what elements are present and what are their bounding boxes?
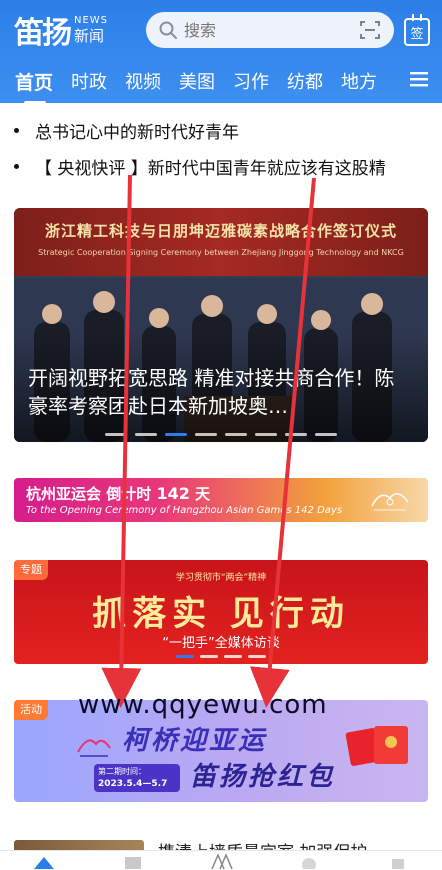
tab-textile-city[interactable]: 纺都 xyxy=(278,68,332,94)
carousel-dot xyxy=(285,433,307,436)
bottom-nav xyxy=(0,850,442,870)
countdown-mid: 倒计时 xyxy=(106,485,152,503)
carousel-dot-active xyxy=(165,433,187,436)
logo-cn: 新闻 xyxy=(74,27,105,45)
countdown-days: 142 xyxy=(156,484,190,503)
tab-politics[interactable]: 时政 xyxy=(62,68,116,94)
headline-item[interactable]: 总书记心中的新时代好青年 xyxy=(0,112,442,148)
carousel-dot xyxy=(248,655,266,658)
activity-time-box: 第二期时间： 2023.5.4—5.7 xyxy=(94,764,180,792)
home-icon[interactable] xyxy=(31,851,57,869)
activity-title-1: 柯桥迎亚运 xyxy=(122,726,268,756)
countdown-english: To the Opening Ceremony of Hangzhou Asia… xyxy=(26,505,343,516)
sign-in-button[interactable]: 签 xyxy=(404,14,430,46)
top-header: 笛扬 NEWS 新闻 签 首页 时政 视频 美图 习作 纺都 地方 xyxy=(0,0,442,105)
carousel-indicator xyxy=(14,433,428,436)
menu-icon[interactable] xyxy=(410,71,428,87)
center-logo-icon[interactable] xyxy=(208,851,234,869)
bullet-dot xyxy=(14,127,19,133)
carousel-dot xyxy=(315,433,337,436)
topic-title: 抓落实 见行动 xyxy=(92,594,350,634)
headline-text: 总书记心中的新时代好青年 xyxy=(35,122,239,143)
activity-title-2: 笛扬抢红包 xyxy=(190,762,336,792)
asian-games-emblem-icon xyxy=(371,493,409,511)
headline-item[interactable]: 【 央视快评 】新时代中国青年就应该有这股精 xyxy=(0,148,442,184)
tab-video[interactable]: 视频 xyxy=(116,68,170,94)
search-icon xyxy=(159,21,177,39)
countdown-unit: 天 xyxy=(195,485,211,503)
countdown-prefix: 杭州亚运会 xyxy=(26,485,102,503)
carousel-dot xyxy=(195,433,217,436)
carousel-dot xyxy=(135,433,157,436)
carousel-dot xyxy=(200,655,218,658)
asian-games-logo-icon xyxy=(77,739,111,757)
hero-caption: 开阔视野拓宽思路 精准对接共商合作！陈豪率考察团赴日本新加坡奥… xyxy=(28,366,395,418)
sign-in-label: 签 xyxy=(410,26,424,42)
countdown-text: 杭州亚运会 倒计时 142 天 xyxy=(26,483,210,504)
profile-icon[interactable] xyxy=(385,851,411,869)
tab-photos[interactable]: 美图 xyxy=(170,68,224,94)
tab-home[interactable]: 首页 xyxy=(0,68,62,105)
carousel-dot xyxy=(105,433,127,436)
scan-icon[interactable] xyxy=(360,20,380,40)
watermark-text: www.qqyewu.com xyxy=(78,690,328,720)
tab-writing[interactable]: 习作 xyxy=(224,68,278,94)
bullet-dot xyxy=(14,163,19,169)
activity-time-value: 2023.5.4—5.7 xyxy=(98,779,168,789)
logo-en: NEWS xyxy=(74,15,109,26)
activity-time-label: 第二期时间： xyxy=(98,767,146,776)
hero-banner-title: 浙江精工科技与日朋坤迈雅碳素战略合作签订仪式 xyxy=(44,222,397,240)
topic-tag: 专题 xyxy=(14,560,48,580)
carousel-dot-active xyxy=(176,655,194,658)
hero-banner-subtitle: Strategic Cooperation Signing Ceremony b… xyxy=(38,248,404,257)
logo-text: 笛扬 xyxy=(14,16,72,51)
hero-photo-banner xyxy=(14,208,428,276)
search-input[interactable] xyxy=(184,20,334,40)
asian-games-countdown-banner[interactable]: 杭州亚运会 倒计时 142 天 To the Opening Ceremony … xyxy=(14,478,428,522)
special-topic-banner[interactable]: 学习贯彻市“两会”精神 抓落实 见行动 “一把手”全媒体访谈 专题 xyxy=(14,560,428,664)
search-bar[interactable] xyxy=(146,12,394,48)
topic-subtitle: 学习贯彻市“两会”精神 xyxy=(175,573,267,583)
service-icon[interactable] xyxy=(296,851,322,869)
video-icon[interactable] xyxy=(120,851,146,869)
carousel-dot xyxy=(224,655,242,658)
carousel-dot xyxy=(225,433,247,436)
logo-side: NEWS 新闻 xyxy=(74,16,108,44)
headline-text: 【 央视快评 】新时代中国青年就应该有这股精 xyxy=(35,158,386,179)
topic-carousel-indicator xyxy=(14,655,428,658)
headline-list: 总书记心中的新时代好青年 【 央视快评 】新时代中国青年就应该有这股精 xyxy=(0,112,442,184)
carousel-dot xyxy=(255,433,277,436)
app-logo[interactable]: 笛扬 NEWS 新闻 xyxy=(14,10,108,52)
hero-carousel[interactable]: 浙江精工科技与日朋坤迈雅碳素战略合作签订仪式 Strategic Coopera… xyxy=(14,208,428,442)
topic-line: “一把手”全媒体访谈 xyxy=(162,636,280,651)
tab-local[interactable]: 地方 xyxy=(332,68,386,94)
activity-tag: 活动 xyxy=(14,700,48,720)
red-envelope-icon xyxy=(345,726,408,766)
channel-tabs: 首页 时政 视频 美图 习作 纺都 地方 xyxy=(0,62,442,105)
